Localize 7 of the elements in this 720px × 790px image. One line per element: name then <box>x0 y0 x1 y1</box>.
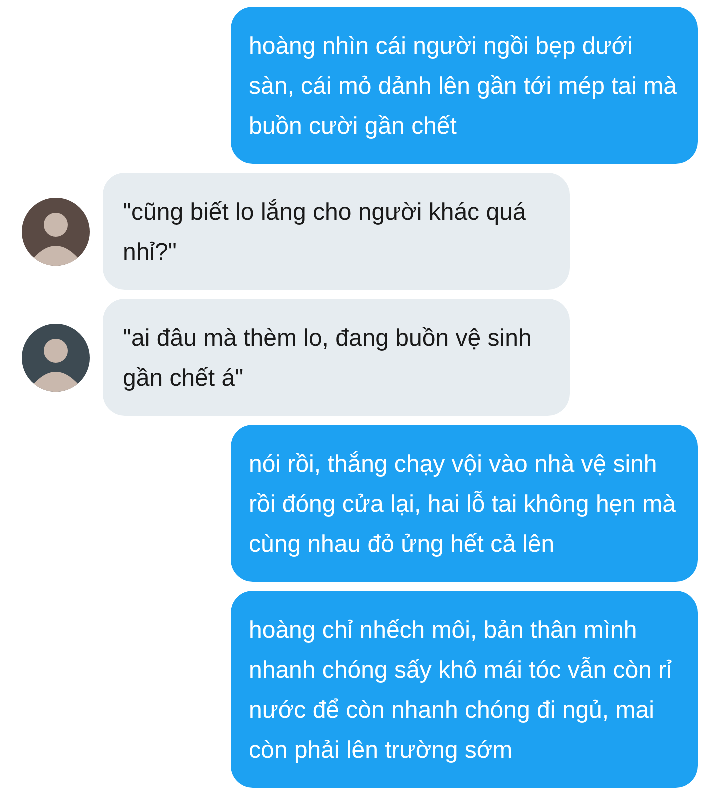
sent-message: hoàng chỉ nhếch môi, bản thân mình nhanh chóng sấy khô mái tóc vẫn còn rỉ nước để còn nhanh chóng đi ngủ, mai còn phải lên trường sớm <box>231 591 698 788</box>
sent-message: hoàng nhìn cái người ngồi bẹp dưới sàn, cái mỏ dảnh lên gần tới mép tai mà buồn cười gần chết <box>231 7 698 164</box>
avatar[interactable] <box>22 198 90 266</box>
avatar[interactable] <box>22 324 90 392</box>
sent-message: nói rồi, thắng chạy vội vào nhà vệ sinh rồi đóng cửa lại, hai lỗ tai không hẹn mà cùng nhau đỏ ửng hết cả lên <box>231 425 698 582</box>
received-message: "ai đâu mà thèm lo, đang buồn vệ sinh gần chết á" <box>103 299 570 416</box>
received-message: "cũng biết lo lắng cho người khác quá nhỉ?" <box>103 173 570 290</box>
